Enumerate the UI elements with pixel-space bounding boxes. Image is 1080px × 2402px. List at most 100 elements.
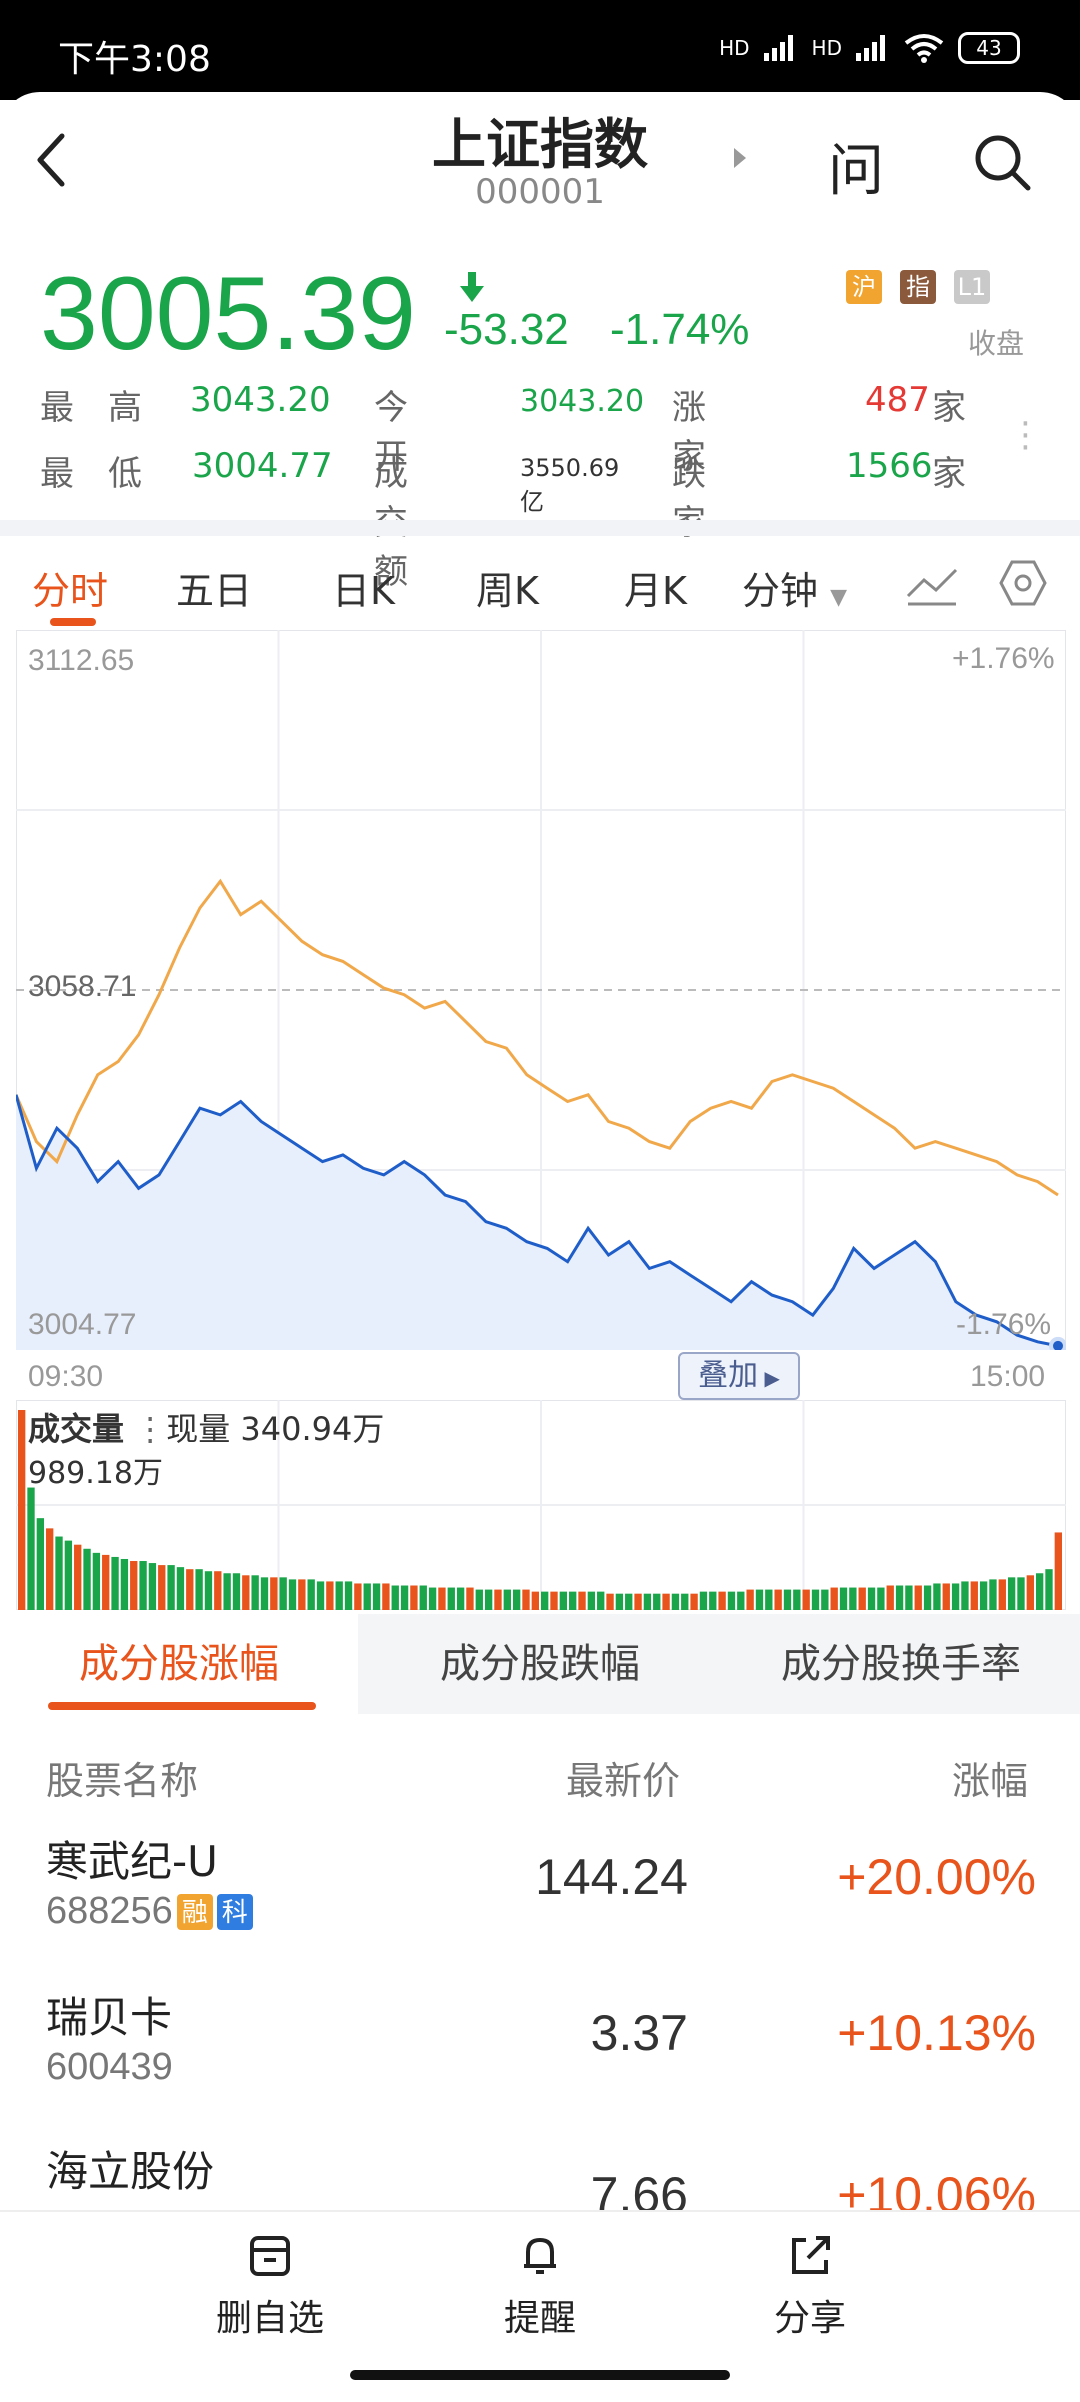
volume-bar (242, 1575, 250, 1610)
index-tag: 指 (900, 270, 936, 304)
chart-tabs: 分时 五日 日K 周K 月K 分钟 ▼ (0, 540, 1080, 630)
tab-daily-k[interactable]: 日K (332, 560, 395, 615)
volume-bar (699, 1591, 708, 1610)
volume-bar (961, 1581, 969, 1610)
tab-weekly-k[interactable]: 周K (476, 560, 539, 615)
overlay-button[interactable]: 叠加 ▶ (678, 1352, 800, 1400)
tab-monthly-k[interactable]: 月K (624, 560, 687, 615)
volume-bar (372, 1583, 381, 1610)
intraday-chart[interactable] (16, 630, 1066, 1350)
pct-top-label: +1.76% (952, 642, 1055, 675)
volume-bar (307, 1579, 315, 1610)
ask-button[interactable]: 问 (828, 126, 884, 207)
volume-bar (466, 1587, 474, 1610)
index-code: 000001 (475, 172, 605, 212)
volume-bar (858, 1587, 866, 1610)
volume-bar (148, 1563, 157, 1610)
volume-now: 现量 340.94万 (166, 1410, 385, 1448)
volume-bar (914, 1585, 922, 1610)
stock-name: 瑞贝卡 (46, 1993, 173, 2042)
tab-top-gainers[interactable]: 成分股涨幅 (0, 1614, 358, 1714)
volume-bar (923, 1585, 932, 1610)
volume-bar (111, 1556, 119, 1610)
title-switch-icon[interactable] (734, 148, 746, 168)
volume-bar (709, 1591, 717, 1610)
up-count: 487 (865, 380, 930, 420)
tab-minute[interactable]: 分钟 ▼ (742, 560, 847, 615)
bell-icon (524, 2237, 556, 2274)
volume-bar (1054, 1532, 1062, 1610)
y-top-label: 3112.65 (28, 644, 135, 677)
alert-button[interactable]: 提醒 (440, 2232, 640, 2341)
volume-menu-icon[interactable]: ⋮ (134, 1410, 166, 1448)
tab-five-day[interactable]: 五日 (176, 560, 252, 615)
home-indicator[interactable] (350, 2370, 730, 2380)
remove-watchlist-icon (250, 2236, 290, 2276)
status-bar: 下午3:08 HD HD 43 (0, 0, 1080, 100)
volume-bar (438, 1587, 446, 1610)
share-button[interactable]: 分享 (710, 2232, 910, 2341)
stock-price: 7.66 (590, 2167, 688, 2210)
volume-bar (681, 1593, 689, 1610)
stock-pct: +10.13% (837, 2005, 1036, 2061)
subtab-indicator (48, 1702, 316, 1710)
volume-bar (587, 1591, 596, 1610)
volume-bar (92, 1552, 101, 1610)
stock-pct: +20.00% (837, 1849, 1036, 1905)
stock-pct: +10.06% (837, 2167, 1036, 2210)
volume-bar (839, 1587, 848, 1610)
volume-bar (737, 1591, 745, 1610)
volume-bar (195, 1569, 203, 1610)
volume-bar (27, 1487, 35, 1610)
level-tag[interactable]: L1 (954, 270, 990, 304)
col-price-header[interactable]: 最新价 (566, 1750, 680, 1805)
volume-bar (727, 1591, 736, 1610)
signal-bars-icon (763, 35, 793, 61)
margin-badge: 融 (176, 1894, 213, 1930)
volume-bar (569, 1591, 577, 1610)
volume-bar (989, 1579, 997, 1610)
volume-bar (1007, 1577, 1016, 1610)
table-row[interactable]: 瑞贝卡 600439 3.37 +10.13% (0, 1984, 1080, 2134)
status-icons: HD HD 43 (719, 32, 1020, 64)
volume-bar (344, 1581, 353, 1610)
table-row[interactable]: 寒武纪-U 688256 融科 144.24 +20.00% (0, 1828, 1080, 1978)
volume-bar (102, 1554, 110, 1610)
remove-watchlist-button[interactable]: 删自选 (170, 2232, 370, 2341)
table-row[interactable]: 海立股份 7.66 +10.06% (0, 2138, 1080, 2210)
tab-indicator (50, 618, 96, 626)
volume-bar (120, 1558, 129, 1610)
tab-minute-label: 分钟 (742, 569, 819, 613)
settings-icon[interactable] (998, 558, 1048, 608)
col-pct-header[interactable]: 涨幅 (952, 1750, 1028, 1805)
volume-bar (830, 1587, 838, 1610)
volume-bar (204, 1571, 213, 1610)
high-value: 3043.20 (190, 380, 331, 420)
search-icon[interactable] (970, 130, 1034, 194)
tab-top-losers[interactable]: 成分股跌幅 (362, 1614, 718, 1714)
volume-bar (232, 1573, 241, 1610)
volume-bar (970, 1581, 978, 1610)
volume-bar (382, 1583, 390, 1610)
alert-label: 提醒 (503, 2298, 576, 2339)
tab-intraday[interactable]: 分时 (32, 560, 108, 615)
stock-name: 海立股份 (46, 2147, 215, 2196)
volume-bar (877, 1587, 885, 1610)
volume-bar (354, 1583, 362, 1610)
volume-bar (400, 1585, 409, 1610)
volume-bar (718, 1591, 726, 1610)
volume-bar (46, 1528, 54, 1610)
volume-bar (251, 1575, 259, 1610)
indicator-icon[interactable] (906, 562, 958, 606)
play-icon: ▶ (758, 1366, 780, 1390)
volume-bar (998, 1579, 1006, 1610)
more-icon[interactable]: · · · (1020, 407, 1031, 465)
volume-bar (270, 1577, 278, 1610)
volume-bar (223, 1573, 231, 1610)
volume-bar (559, 1591, 568, 1610)
signal-bars-icon-2 (856, 35, 885, 61)
stat-row-1: 最 高 3043.20 今 开 3043.20 涨 家 487 家 (40, 380, 966, 477)
volume-bar (139, 1561, 147, 1610)
volume-bar (550, 1591, 558, 1610)
tab-turnover-rate[interactable]: 成分股换手率 (722, 1614, 1080, 1714)
